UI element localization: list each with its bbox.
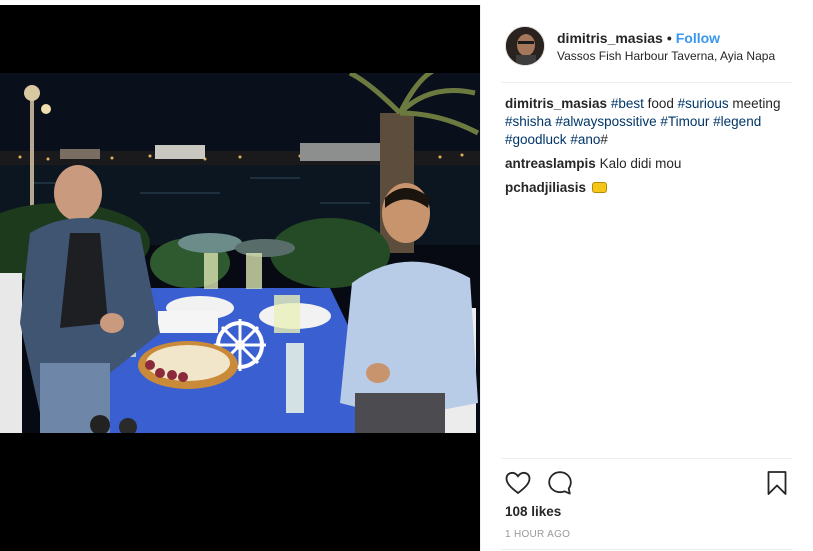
heart-icon [505, 471, 531, 495]
username-link[interactable]: dimitris_masias [557, 30, 663, 46]
comment-text: Kalo didi mou [599, 156, 682, 171]
post-photo [0, 73, 480, 433]
caption: dimitris_masias #best food #surious meet… [505, 95, 794, 149]
timestamp[interactable]: 1 HOUR AGO [505, 529, 570, 540]
avatar[interactable] [505, 26, 545, 66]
likes-count[interactable]: 108 likes [505, 504, 561, 519]
follow-button[interactable]: Follow [676, 30, 720, 46]
post-media[interactable] [0, 5, 480, 551]
hashtag-link[interactable]: #goodluck [505, 132, 567, 147]
action-bar [503, 467, 792, 499]
comments-list: dimitris_masias #best food #surious meet… [505, 95, 794, 203]
comment-username[interactable]: pchadjiliasis [505, 180, 586, 195]
divider [501, 82, 792, 83]
caption-text: # [600, 132, 608, 147]
post-header: dimitris_masias • Follow Vassos Fish Harbo… [505, 21, 792, 71]
instagram-post: dimitris_masias • Follow Vassos Fish Harbo… [0, 0, 813, 551]
comment-icon [548, 471, 572, 495]
divider [501, 549, 792, 550]
photo-scene [0, 73, 480, 433]
hashtag-link[interactable]: #alwayspossitive [555, 114, 656, 129]
comment-username[interactable]: antreaslampis [505, 156, 596, 171]
comment-item: pchadjiliasis [505, 179, 794, 197]
hashtag-link[interactable]: #shisha [505, 114, 552, 129]
emoji-icon [591, 182, 607, 193]
header-line: dimitris_masias • Follow [557, 30, 775, 46]
caption-text: meeting [728, 96, 781, 111]
separator-dot: • [666, 29, 672, 46]
divider [501, 458, 792, 459]
like-button[interactable] [503, 468, 533, 498]
hashtag-link[interactable]: #legend [713, 114, 761, 129]
hashtag-link[interactable]: #Timour [660, 114, 709, 129]
caption-username[interactable]: dimitris_masias [505, 96, 607, 111]
caption-text: food [643, 96, 678, 111]
save-button[interactable] [762, 468, 792, 498]
post-sidebar: dimitris_masias • Follow Vassos Fish Harbo… [480, 5, 810, 551]
comment-item: antreaslampis Kalo didi mou [505, 155, 794, 173]
bookmark-icon [767, 471, 787, 495]
comment-button[interactable] [545, 468, 575, 498]
hashtag-link[interactable]: #ano [570, 132, 600, 147]
hashtag-link[interactable]: #surious [678, 96, 729, 111]
header-text: dimitris_masias • Follow Vassos Fish Harbo… [557, 30, 775, 63]
hashtag-link[interactable]: #best [611, 96, 644, 111]
location-link[interactable]: Vassos Fish Harbour Taverna, Ayia Napa [557, 49, 775, 63]
avatar-image [506, 27, 544, 65]
